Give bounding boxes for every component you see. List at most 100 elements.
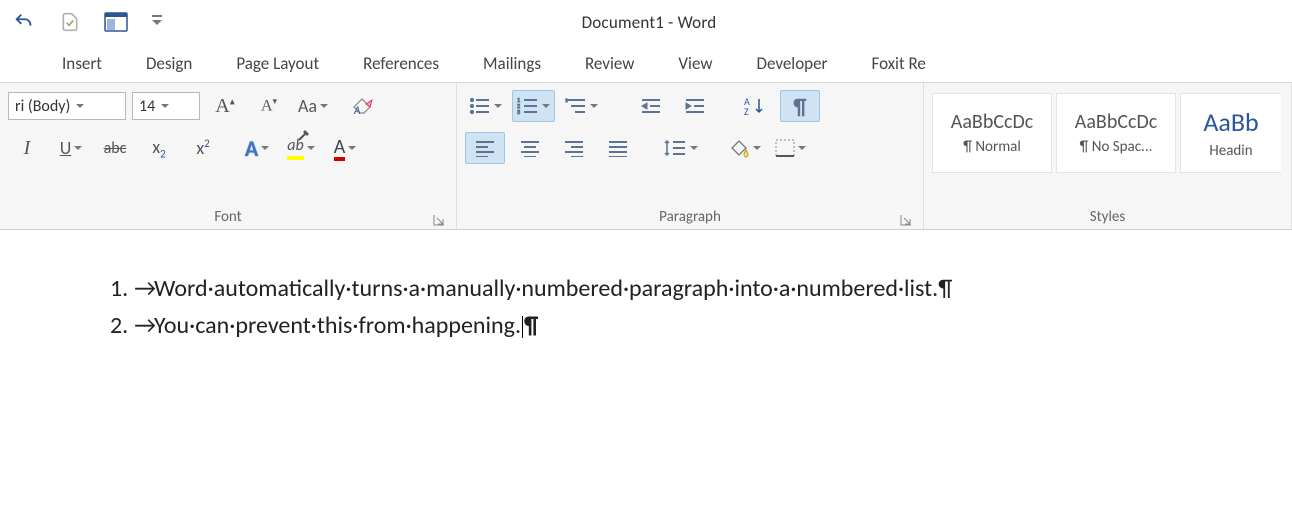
italic-icon: I: [24, 137, 31, 160]
decrease-indent-icon: [640, 97, 662, 115]
chevron-down-icon: [307, 144, 315, 152]
line-spacing-icon: [663, 138, 687, 158]
tab-references[interactable]: References: [341, 44, 461, 82]
italic-button[interactable]: I: [8, 133, 46, 163]
ribbon-tabs: Insert Design Page Layout References Mai…: [0, 44, 1292, 83]
chevron-down-icon: [494, 102, 502, 110]
font-size-combo[interactable]: 14: [132, 92, 200, 120]
svg-text:A: A: [353, 104, 361, 117]
increase-indent-icon: [684, 97, 706, 115]
font-color-button[interactable]: A: [326, 133, 364, 163]
group-label-styles: Styles: [932, 205, 1283, 229]
dialog-launcher-icon: [900, 214, 912, 226]
mark-complete-icon[interactable]: [56, 10, 84, 34]
text-cursor: [522, 316, 523, 338]
dialog-launcher-icon: [433, 214, 445, 226]
sort-icon: A Z: [744, 96, 766, 116]
align-center-button[interactable]: [511, 133, 549, 163]
group-label-font: Font: [8, 205, 448, 229]
chevron-down-icon: [76, 102, 84, 110]
tab-developer[interactable]: Developer: [734, 44, 849, 82]
line-spacing-button[interactable]: [659, 133, 702, 163]
style-heading-label: Headin: [1209, 142, 1252, 160]
tab-foxit[interactable]: Foxit Re: [849, 44, 947, 82]
style-normal[interactable]: AaBbCcDc ¶ Normal: [932, 93, 1052, 173]
superscript-icon: x2: [196, 137, 209, 159]
group-label-styles-text: Styles: [1090, 208, 1125, 226]
quick-access-toolbar: [0, 10, 166, 34]
subscript-button[interactable]: x2: [140, 133, 178, 163]
justify-button[interactable]: [599, 133, 637, 163]
style-heading1[interactable]: AaBb Headin: [1180, 93, 1281, 173]
chevron-down-icon: [161, 102, 169, 110]
group-paragraph: 1 2 3 1: [457, 83, 924, 229]
eraser-icon: A: [351, 95, 375, 117]
tab-view[interactable]: View: [656, 44, 734, 82]
font-dialog-launcher[interactable]: [432, 213, 446, 227]
align-right-button[interactable]: [555, 133, 593, 163]
shading-button[interactable]: [724, 133, 765, 163]
numbering-button[interactable]: 1 2 3: [512, 90, 555, 122]
strikethrough-button[interactable]: abc: [96, 133, 134, 163]
tab-page-layout[interactable]: Page Layout: [214, 44, 341, 82]
list-number-text: 2.: [110, 311, 128, 340]
list-number-text: 1.: [110, 274, 128, 303]
text-effects-icon: A: [245, 135, 258, 162]
svg-text:3: 3: [517, 108, 520, 115]
align-right-icon: [563, 139, 585, 157]
shrink-font-button[interactable]: A▾: [250, 91, 288, 121]
group-styles: AaBbCcDc ¶ Normal AaBbCcDc ¶ No Spac... …: [924, 83, 1292, 229]
select-pane-icon[interactable]: [102, 10, 130, 34]
align-left-button[interactable]: [465, 132, 505, 164]
paint-bucket-icon: [728, 138, 750, 158]
list-text: Word·automatically·turns·a·manually·numb…: [154, 270, 952, 307]
grow-font-icon: A▴: [215, 95, 234, 118]
text-effects-button[interactable]: A: [238, 133, 276, 163]
list-item: 1.→ Word·automatically·turns·a·manually·…: [110, 270, 1252, 307]
document-area[interactable]: 1.→ Word·automatically·turns·a·manually·…: [0, 230, 1292, 344]
align-center-icon: [519, 139, 541, 157]
pilcrow-mark: ¶: [524, 311, 538, 340]
style-normal-preview: AaBbCcDc: [951, 110, 1033, 134]
style-normal-label: ¶ Normal: [963, 138, 1021, 156]
clear-formatting-button[interactable]: A: [344, 91, 382, 121]
justify-icon: [607, 139, 629, 157]
chevron-down-icon: [320, 102, 328, 110]
shrink-font-icon: A▾: [261, 96, 277, 115]
underline-icon: U: [60, 137, 72, 159]
underline-button[interactable]: U: [52, 133, 90, 163]
bullets-button[interactable]: [465, 91, 506, 121]
style-no-spacing[interactable]: AaBbCcDc ¶ No Spac...: [1056, 93, 1176, 173]
decrease-indent-button[interactable]: [632, 91, 670, 121]
font-name-combo[interactable]: ri (Body): [8, 92, 126, 120]
paragraph-dialog-launcher[interactable]: [899, 213, 913, 227]
strikethrough-icon: abc: [104, 139, 127, 158]
superscript-button[interactable]: x2: [184, 133, 222, 163]
style-nospace-preview: AaBbCcDc: [1075, 110, 1157, 134]
tab-insert[interactable]: Insert: [40, 44, 124, 82]
chevron-down-icon: [690, 144, 698, 152]
tab-mailings[interactable]: Mailings: [461, 44, 563, 82]
chevron-down-icon: [74, 144, 82, 152]
multilevel-list-button[interactable]: 1: [561, 91, 602, 121]
increase-indent-button[interactable]: [676, 91, 714, 121]
change-case-button[interactable]: Aa: [294, 91, 332, 121]
font-color-icon: A: [334, 135, 346, 161]
chevron-down-icon: [261, 144, 269, 152]
bullets-icon: [469, 97, 491, 115]
qat-customize-icon[interactable]: [148, 10, 166, 34]
group-label-paragraph: Paragraph: [465, 205, 915, 229]
tab-design[interactable]: Design: [124, 44, 214, 82]
borders-button[interactable]: [771, 133, 810, 163]
highlight-icon: ab: [287, 136, 303, 160]
tab-review[interactable]: Review: [563, 44, 656, 82]
grow-font-button[interactable]: A▴: [206, 91, 244, 121]
undo-icon[interactable]: [10, 10, 38, 34]
highlight-color-button[interactable]: ab: [282, 133, 320, 163]
chevron-down-icon: [542, 102, 550, 110]
font-size-value: 14: [139, 97, 155, 116]
sort-button[interactable]: A Z: [736, 91, 774, 121]
chevron-down-icon: [798, 144, 806, 152]
show-hide-button[interactable]: ¶: [780, 90, 820, 122]
ribbon: ri (Body) 14 A▴ A▾ Aa: [0, 83, 1292, 230]
